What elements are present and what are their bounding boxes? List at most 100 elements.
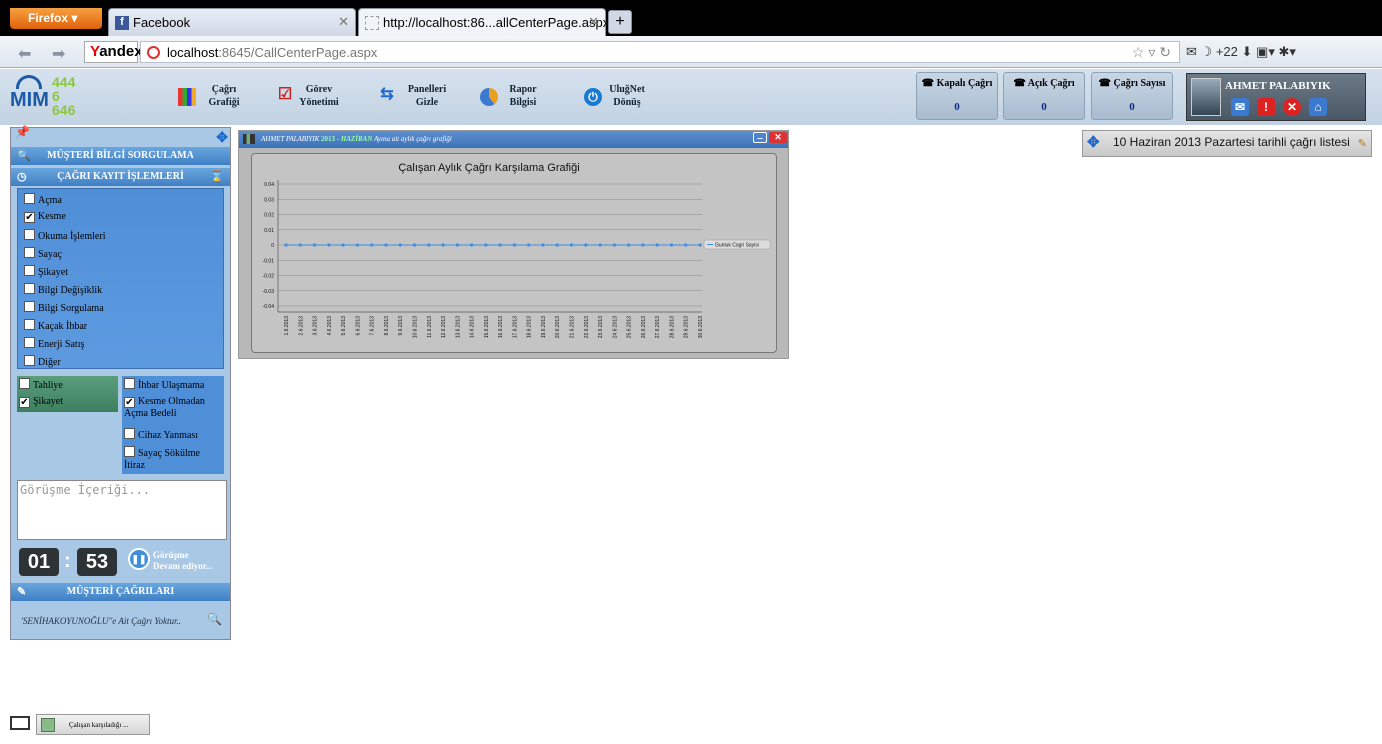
checkbox[interactable]: ✔ [19, 397, 30, 408]
address-bar[interactable]: localhost:8645/CallCenterPage.aspx ☆ ▿ ↻ [140, 41, 1180, 63]
checkbox[interactable] [124, 378, 135, 389]
checkbox[interactable]: ✔ [24, 212, 35, 223]
checkbox-option[interactable]: ✔ Kesme [24, 211, 66, 223]
checkbox-option[interactable]: Sayaç [24, 247, 62, 260]
checkbox[interactable] [19, 378, 30, 389]
home-icon[interactable]: ⌂ [1309, 98, 1327, 116]
data-point [441, 243, 445, 247]
tab-facebook[interactable]: f Facebook ✕ [108, 8, 356, 36]
customer-calls-header[interactable]: ✎ MÜŞTERİ ÇAĞRILARI [11, 583, 230, 601]
windows-icon[interactable] [10, 716, 30, 730]
checkbox[interactable] [24, 193, 35, 204]
data-point [384, 243, 388, 247]
firefox-menu-button[interactable]: Firefox ▾ [10, 8, 102, 29]
yandex-search-button[interactable]: Yandex [84, 41, 143, 63]
minimize-icon[interactable]: ‒ [753, 132, 767, 143]
pin-icon[interactable]: 📌 [15, 125, 30, 140]
checkbox-label: Bilgi Sorgulama [38, 303, 104, 314]
checkbox-option[interactable]: Kaçak İhbar [24, 319, 87, 332]
x-tick-label: 29.6.2013 [684, 316, 690, 338]
moon-icon[interactable]: ☽ [1201, 44, 1213, 59]
site-identity-icon [147, 46, 160, 59]
checkbox-option[interactable]: Diğer [24, 355, 61, 368]
checkbox-option[interactable]: Bilgi Sorgulama [24, 301, 104, 314]
x-tick-label: 30.6.2013 [698, 316, 704, 338]
call-status-line2: Devam ediyor... [153, 561, 213, 571]
menu-task-management[interactable]: ☑ Görev Yönetimi [276, 83, 346, 109]
checkbox[interactable] [24, 229, 35, 240]
pause-button[interactable]: ❚❚ [128, 548, 150, 570]
new-tab-button[interactable]: + [608, 10, 632, 34]
close-icon[interactable]: ✕ [1283, 98, 1301, 116]
data-point [555, 243, 559, 247]
checkbox-option[interactable]: Enerji Satış [24, 337, 84, 350]
checkbox-label: Enerji Satış [38, 339, 85, 350]
notes-textarea[interactable]: Görüşme İçeriği... [17, 480, 227, 540]
checkbox-option[interactable]: Okuma İşlemleri [24, 229, 105, 242]
menu-ulugnet-return[interactable]: ⏻ UluğNet Dönüş [584, 83, 654, 109]
stat-closed-calls[interactable]: ☎ Kapalı Çağrı 0 [916, 72, 998, 120]
close-icon[interactable]: ✕ [769, 132, 787, 143]
call-record-header[interactable]: ◷ ÇAĞRI KAYIT İŞLEMLERİ ⌛ [11, 168, 230, 186]
bookmarks-icon[interactable]: ▣▾ [1256, 44, 1275, 59]
menu-hide-panels[interactable]: ⇆ Panelleri Gizle [378, 83, 458, 109]
close-tab-icon[interactable]: ✕ [338, 14, 349, 30]
move-icon[interactable]: ✥ [216, 130, 228, 147]
stat-open-calls[interactable]: ☎ Açık Çağrı 0 [1003, 72, 1085, 120]
power-icon: ⏻ [584, 88, 602, 106]
chart-bar-dash: - [336, 135, 340, 143]
checkbox[interactable] [24, 247, 35, 258]
bar-chart-icon [178, 88, 196, 106]
toolbar-icons: ✉ ☽ +22 ⬇ ▣▾ ✱▾ [1186, 44, 1296, 60]
checkbox-option[interactable]: Şikayet [24, 265, 68, 278]
close-tab-icon[interactable]: ✕ [588, 14, 599, 30]
mail-icon[interactable]: ✉ [1231, 98, 1249, 116]
x-tick-label: 18.6.2013 [527, 316, 533, 338]
checkbox-option[interactable]: Sayaç Sökülme İtiraz [124, 446, 222, 472]
customer-query-header[interactable]: 🔍 MÜŞTERİ BİLGİ SORGULAMA [11, 147, 230, 165]
mail-icon[interactable]: ✉ [1186, 44, 1197, 59]
forward-icon[interactable]: ➡ [52, 44, 65, 63]
download-icon[interactable]: ⬇ [1242, 44, 1253, 59]
checkbox[interactable] [24, 265, 35, 276]
checkbox-option[interactable]: Bilgi Değişiklik [24, 283, 102, 296]
checkbox[interactable] [24, 337, 35, 348]
bookmark-star-icon[interactable]: ☆ ▿ ↻ [1132, 44, 1171, 61]
checkbox[interactable] [24, 319, 35, 330]
back-icon[interactable]: ⬅ [18, 44, 31, 63]
x-tick-label: 25.6.2013 [627, 316, 633, 338]
data-point [598, 243, 602, 247]
alert-icon[interactable]: ! [1257, 98, 1275, 116]
addon-icon[interactable]: ✱▾ [1278, 44, 1295, 59]
edit-icon[interactable]: ✎ [1358, 137, 1367, 150]
checkbox[interactable] [124, 428, 135, 439]
x-tick-label: 24.6.2013 [612, 316, 618, 338]
x-tick-label: 5.6.2013 [341, 316, 347, 336]
search-icon[interactable]: 🔍 [207, 612, 222, 627]
checkbox-option[interactable]: ✔ Kesme Olmadan Açma Bedeli [124, 396, 222, 420]
menu-call-chart[interactable]: Çağrı Grafiği [178, 83, 250, 109]
y-tick-label: -0.04 [263, 304, 275, 310]
checkbox-option[interactable]: Cihaz Yanması [124, 428, 222, 442]
x-tick-label: 10.6.2013 [412, 316, 418, 338]
checkbox[interactable] [24, 355, 35, 366]
checkbox-option[interactable]: Açma [24, 193, 62, 206]
checkbox[interactable] [124, 446, 135, 457]
data-point [612, 243, 616, 247]
x-tick-label: 19.6.2013 [541, 316, 547, 338]
chart-window-titlebar[interactable]: AHMET PALABIYIK 2013 - HAZİRAN Ayına ait… [239, 131, 788, 148]
checkbox-label: Şikayet [38, 267, 68, 278]
menu-report-info[interactable]: Rapor Bilgisi [480, 83, 550, 109]
checkbox[interactable]: ✔ [124, 397, 135, 408]
move-icon[interactable]: ✥ [1087, 133, 1100, 151]
data-point [627, 243, 631, 247]
checkbox[interactable] [24, 301, 35, 312]
checkbox[interactable] [24, 283, 35, 294]
checkbox-option[interactable]: ✔ Şikayet [19, 396, 63, 408]
taskbar-item-chart[interactable]: Çalışan karşıladığı ... [36, 714, 150, 735]
checkbox-option[interactable]: İhbar Ulaşmama [124, 378, 222, 392]
tab-callcenter[interactable]: http://localhost:86...allCenterPage.aspx… [358, 8, 609, 36]
stat-call-count[interactable]: ☎ Çağrı Sayısı 0 [1091, 72, 1173, 120]
checkbox-option[interactable]: Tahliye [19, 378, 63, 391]
call-list-header[interactable]: ✥ 10 Haziran 2013 Pazartesi tarihli çağr… [1082, 130, 1372, 157]
